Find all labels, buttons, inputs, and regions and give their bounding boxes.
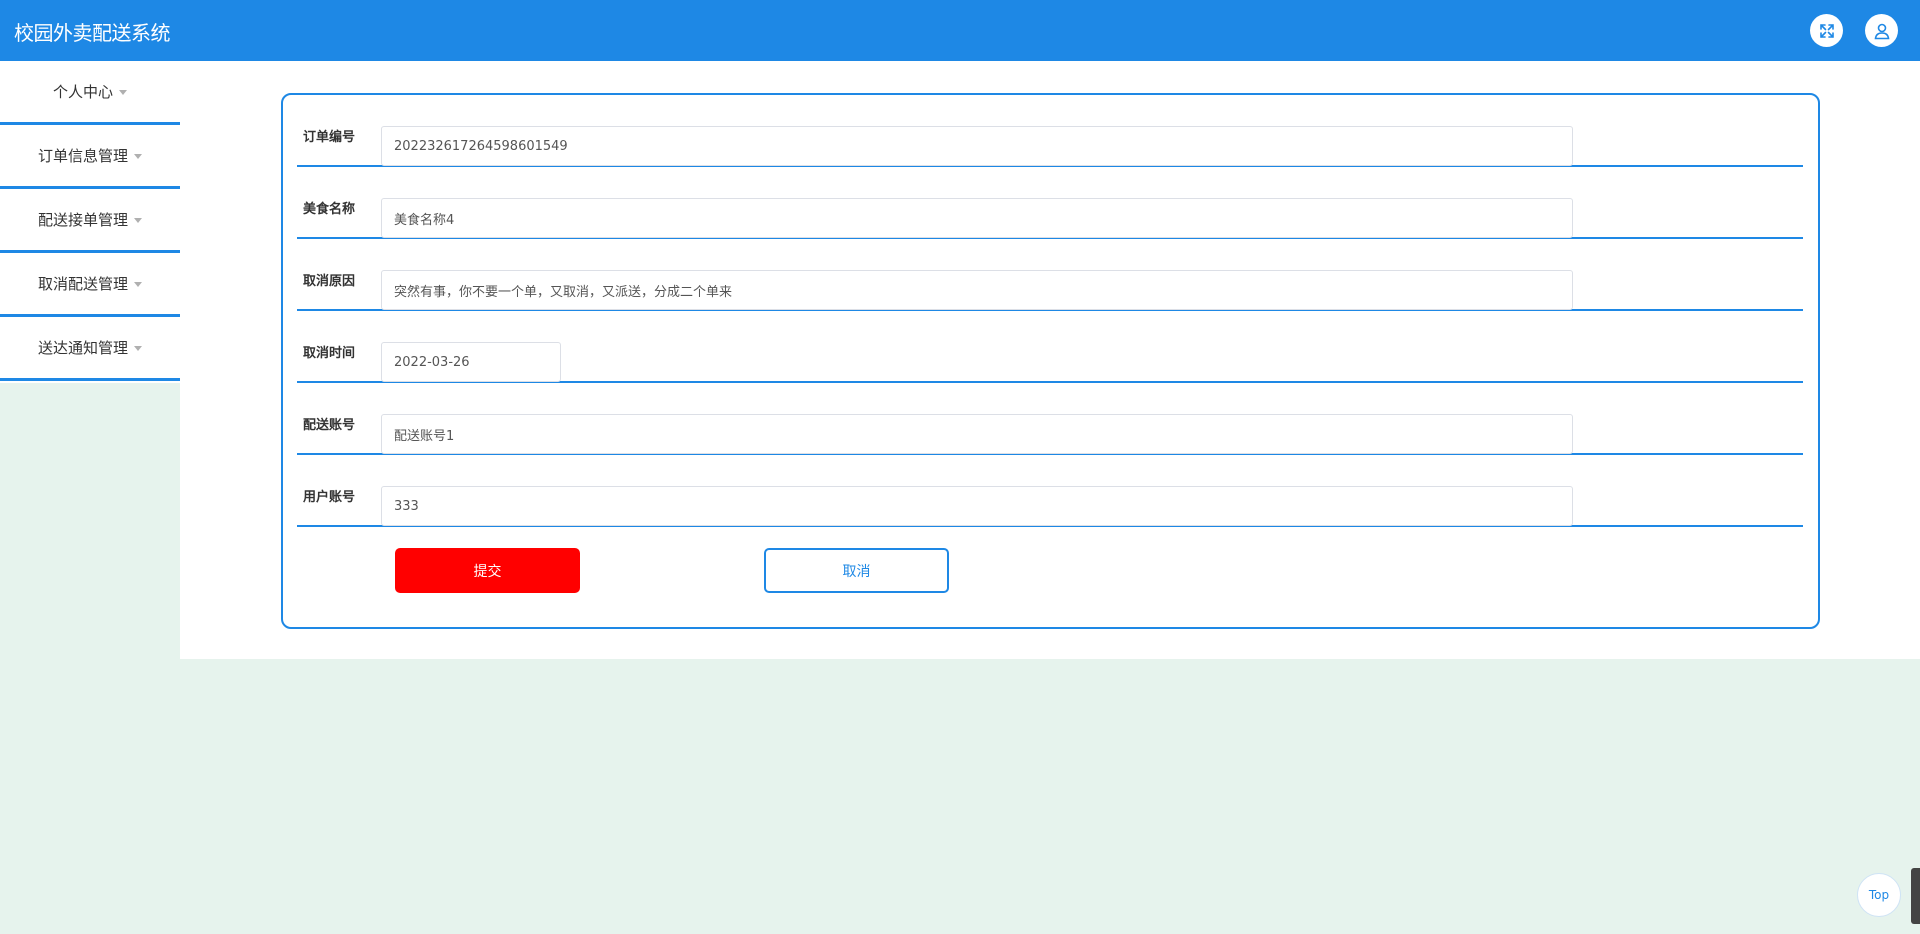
cancel-time-date-picker[interactable] — [381, 342, 561, 382]
cancel-delivery-form: 订单编号 美食名称 取消原因 取消时间 配送账号 用户账号 提交 取消 — [281, 93, 1820, 629]
field-label: 用户账号 — [303, 490, 356, 505]
sidebar-item-label: 取消配送管理 — [37, 275, 128, 293]
order-number-input[interactable] — [381, 126, 1573, 166]
user-account-input[interactable] — [381, 486, 1573, 526]
field-label: 配送账号 — [303, 418, 356, 433]
caret-down-icon — [134, 282, 142, 287]
form-row-food-name: 美食名称 — [297, 167, 1803, 239]
food-name-input[interactable] — [381, 198, 1573, 238]
sidebar-item-label: 送达通知管理 — [37, 339, 128, 357]
app-title: 校园外卖配送系统 — [14, 21, 171, 45]
sidebar-item-delivery-accept[interactable]: 配送接单管理 — [0, 189, 180, 253]
form-row-order-number: 订单编号 — [297, 95, 1803, 167]
form-row-delivery-account: 配送账号 — [297, 383, 1803, 455]
form-row-cancel-time: 取消时间 — [297, 311, 1803, 383]
user-icon — [1874, 23, 1889, 39]
form-row-cancel-reason: 取消原因 — [297, 239, 1803, 311]
top-header: 校园外卖配送系统 — [0, 0, 1920, 61]
caret-down-icon — [134, 346, 142, 351]
side-drawer-handle[interactable] — [1911, 868, 1920, 924]
form-row-user-account: 用户账号 — [297, 455, 1803, 527]
caret-down-icon — [119, 90, 127, 95]
sidebar-menu: 个人中心 订单信息管理 配送接单管理 取消配送管理 送达通知管理 — [0, 61, 180, 383]
sidebar-item-order-management[interactable]: 订单信息管理 — [0, 125, 180, 189]
delivery-account-input[interactable] — [381, 414, 1573, 454]
expand-icon — [1819, 23, 1834, 38]
submit-button[interactable]: 提交 — [395, 548, 580, 593]
back-to-top-button[interactable]: Top — [1857, 873, 1901, 917]
sidebar-item-label: 配送接单管理 — [37, 211, 128, 229]
sidebar-item-cancel-delivery[interactable]: 取消配送管理 — [0, 253, 180, 317]
cancel-reason-input[interactable] — [381, 270, 1573, 310]
field-label: 订单编号 — [303, 130, 356, 145]
caret-down-icon — [134, 218, 142, 223]
field-label: 取消原因 — [303, 274, 356, 289]
fullscreen-button[interactable] — [1810, 14, 1843, 47]
user-menu-button[interactable] — [1865, 14, 1898, 47]
sidebar-item-delivered-notice[interactable]: 送达通知管理 — [0, 317, 180, 381]
sidebar-item-label: 订单信息管理 — [37, 147, 128, 165]
field-label: 取消时间 — [303, 346, 356, 361]
field-label: 美食名称 — [303, 202, 356, 217]
caret-down-icon — [134, 154, 142, 159]
sidebar-item-label: 个人中心 — [52, 83, 113, 101]
cancel-button[interactable]: 取消 — [764, 548, 949, 593]
sidebar-item-personal-center[interactable]: 个人中心 — [0, 61, 180, 125]
